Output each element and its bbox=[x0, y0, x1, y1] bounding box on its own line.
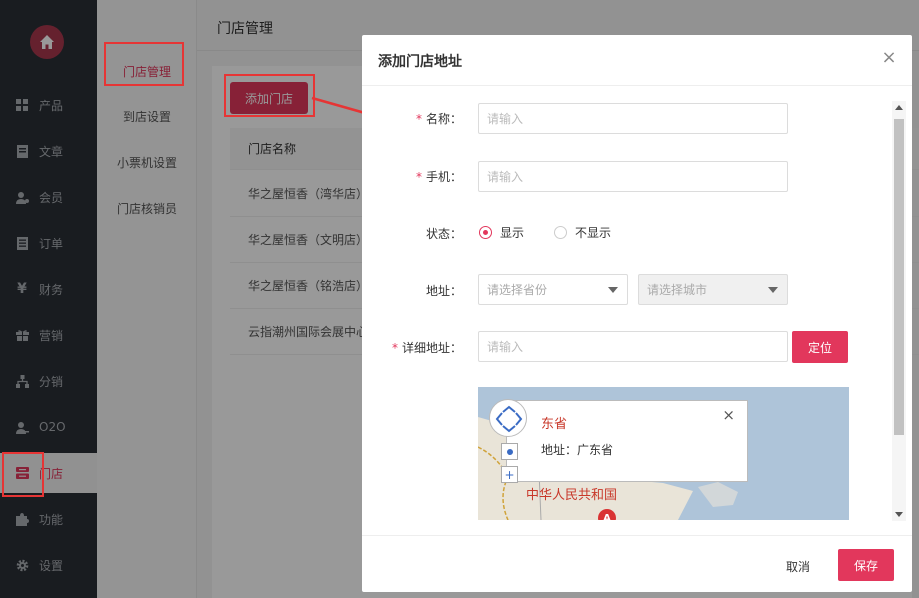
scroll-up-icon[interactable] bbox=[895, 105, 903, 110]
name-label: * 名称： bbox=[362, 110, 462, 127]
phone-label-text: 手机： bbox=[425, 170, 462, 184]
radio-checked-icon bbox=[479, 226, 492, 239]
pan-arrows-icon bbox=[495, 405, 523, 433]
city-select-value: 请选择城市 bbox=[647, 283, 708, 297]
detail-label-text: 详细地址： bbox=[401, 341, 462, 355]
map-marker-icon[interactable]: A bbox=[598, 509, 616, 520]
chevron-down-icon bbox=[608, 287, 618, 293]
province-select[interactable]: 请选择省份 bbox=[478, 274, 628, 305]
name-label-text: 名称： bbox=[425, 112, 462, 126]
modal-scrollbar[interactable] bbox=[892, 101, 906, 521]
status-radio-hide[interactable]: 不显示 bbox=[554, 224, 611, 241]
required-mark: * bbox=[415, 170, 422, 184]
add-store-address-modal: 添加门店地址 × *名称： *手机： 状态： 显示 不显示 地址： 请选择省份 … bbox=[362, 35, 912, 592]
province-select-value: 请选择省份 bbox=[487, 283, 548, 297]
highlight-box-add-button bbox=[224, 74, 315, 117]
save-button[interactable]: 保存 bbox=[838, 549, 894, 581]
radio-unchecked-icon bbox=[554, 226, 567, 239]
map-locate-icon[interactable] bbox=[501, 443, 518, 460]
required-mark: * bbox=[391, 341, 398, 355]
scrollbar-thumb[interactable] bbox=[894, 119, 904, 435]
close-icon[interactable]: × bbox=[880, 49, 898, 67]
map-pan-control[interactable] bbox=[489, 399, 527, 437]
required-mark: * bbox=[415, 112, 422, 126]
chevron-down-icon bbox=[768, 287, 778, 293]
popup-address: 地址：广东省 bbox=[541, 443, 614, 457]
map-country-label: 中华人民共和国 bbox=[526, 488, 618, 503]
name-input[interactable] bbox=[478, 103, 788, 134]
modal-title: 添加门店地址 bbox=[378, 54, 462, 70]
divider bbox=[362, 85, 912, 86]
address-label: 地址： bbox=[425, 284, 462, 298]
locate-button[interactable]: 定位 bbox=[792, 331, 848, 363]
scroll-down-icon[interactable] bbox=[895, 512, 903, 517]
status-option-label: 不显示 bbox=[575, 226, 612, 240]
highlight-box-subnav bbox=[104, 42, 184, 86]
detail-address-input[interactable] bbox=[478, 331, 788, 362]
divider bbox=[362, 535, 912, 536]
map-view[interactable]: 东省 地址：广东省 × 中华人民共和国 + A bbox=[478, 387, 849, 520]
status-option-label: 显示 bbox=[500, 226, 525, 240]
phone-label: * 手机： bbox=[362, 168, 462, 185]
close-icon[interactable]: × bbox=[722, 406, 735, 424]
zoom-in-icon[interactable]: + bbox=[501, 466, 518, 483]
city-select[interactable]: 请选择城市 bbox=[638, 274, 788, 305]
status-label: 状态： bbox=[425, 227, 462, 241]
popup-title: 东省 bbox=[541, 417, 568, 432]
detail-address-label: * 详细地址： bbox=[362, 339, 462, 356]
highlight-box-store-nav bbox=[2, 452, 44, 497]
cancel-button[interactable]: 取消 bbox=[772, 550, 824, 582]
status-radio-show[interactable]: 显示 bbox=[479, 224, 524, 241]
phone-input[interactable] bbox=[478, 161, 788, 192]
map-info-popup: 东省 地址：广东省 × bbox=[506, 400, 748, 482]
